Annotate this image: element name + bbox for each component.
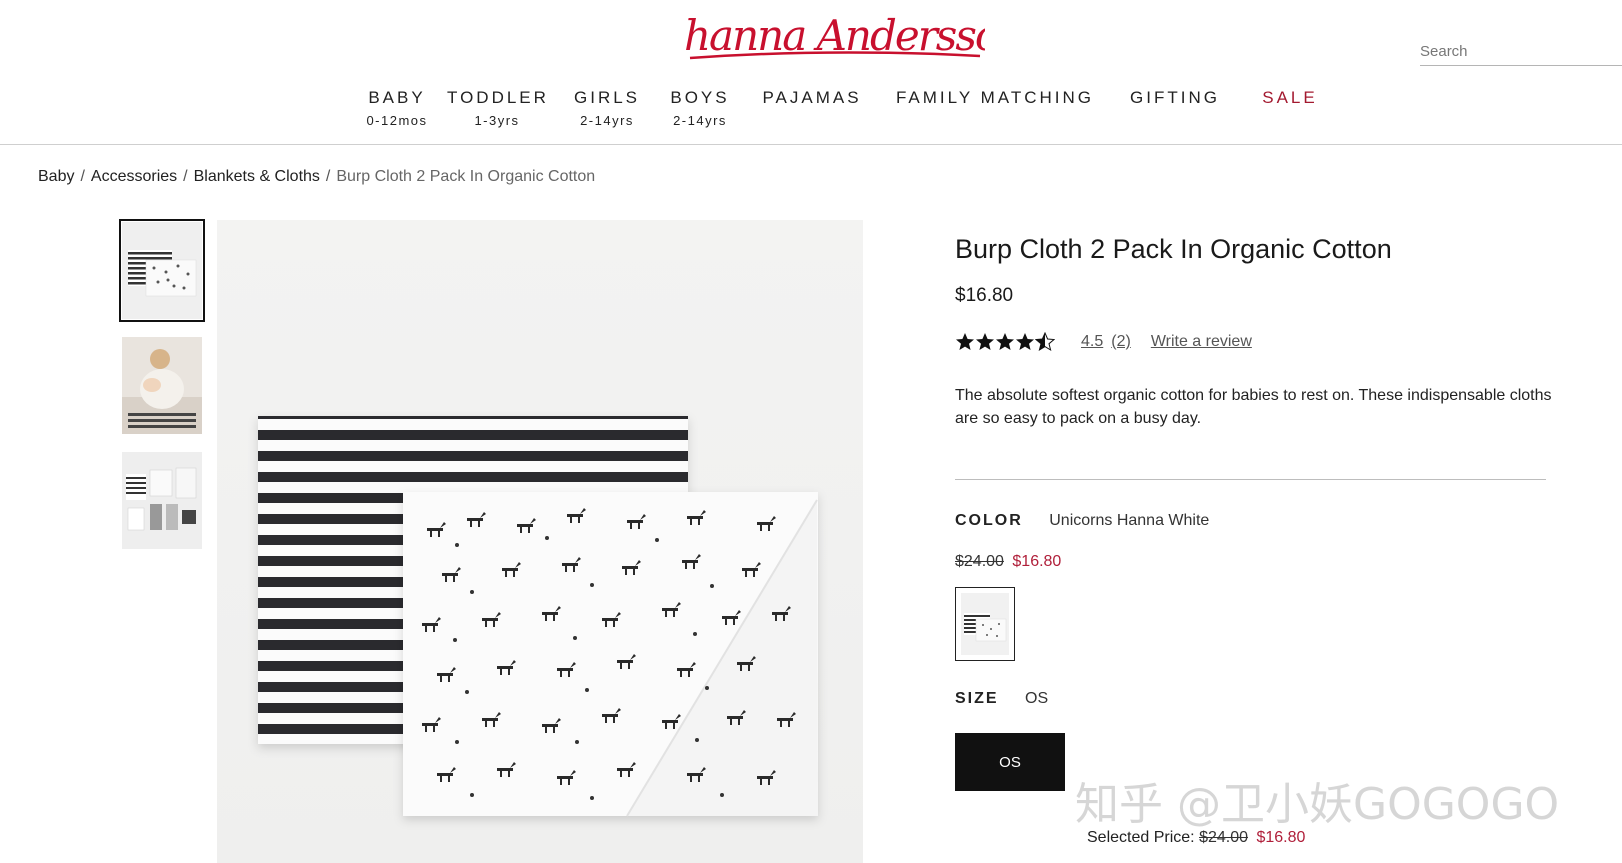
nav-sublabel: 0-12mos (366, 113, 428, 128)
nav-label: TODDLER (447, 88, 549, 107)
star-icon (1016, 333, 1034, 350)
nav-item-boys[interactable]: BOYS 2-14yrs (668, 88, 732, 128)
brand-logo[interactable]: hanna Andersson (680, 8, 1025, 66)
selected-sale-price: $16.80 (1256, 829, 1306, 846)
nav-item-family-matching[interactable]: FAMILY MATCHING (893, 88, 1097, 108)
size-label: SIZE (955, 690, 999, 707)
breadcrumb-current: Burp Cloth 2 Pack In Organic Cotton (336, 168, 596, 185)
rating-row: 4.5 (2) Write a review (955, 330, 1252, 354)
rating-value-link[interactable]: 4.5 (1081, 333, 1103, 351)
color-value: Unicorns Hanna White (1049, 512, 1210, 529)
star-rating (955, 332, 1055, 352)
selected-price: Selected Price: $24.00 $16.80 (1087, 829, 1305, 847)
breadcrumb-separator: / (80, 168, 85, 185)
size-option-os-button[interactable]: OS (955, 733, 1065, 791)
size-value: OS (1025, 690, 1049, 707)
nav-label: GIRLS (574, 88, 641, 107)
product-title: Burp Cloth 2 Pack In Organic Cotton (955, 234, 1392, 264)
breadcrumb-separator: / (325, 168, 331, 185)
star-icon (956, 333, 974, 350)
nav-item-girls[interactable]: GIRLS 2-14yrs (574, 88, 640, 128)
search-input[interactable] (1420, 38, 1622, 64)
logo-wordmark: hanna Andersson (684, 11, 1025, 60)
thumbnail-2[interactable] (122, 337, 202, 434)
nav-label: FAMILY MATCHING (895, 88, 1095, 107)
breadcrumb-link-blankets[interactable]: Blankets & Cloths (194, 168, 320, 185)
product-photo (258, 416, 818, 817)
swatch-thumbnail (961, 593, 1009, 655)
sale-price: $16.80 (1012, 553, 1062, 570)
review-count-link[interactable]: (2) (1111, 333, 1131, 351)
product-price: $16.80 (955, 285, 1014, 306)
nav-item-baby[interactable]: BABY 0-12mos (358, 88, 436, 128)
thumbnail-3[interactable] (122, 452, 202, 549)
watermark-text: 知乎 @卫小妖GOGOGO (1075, 779, 1560, 830)
nav-item-sale[interactable]: SALE (1258, 88, 1322, 108)
color-label: COLOR (955, 512, 1023, 529)
nav-label: BABY (368, 88, 426, 107)
nav-label: GIFTING (1130, 88, 1220, 107)
star-icon (976, 333, 994, 350)
color-row: COLOR Unicorns Hanna White (955, 512, 1209, 530)
nav-label: BOYS (670, 88, 730, 107)
nav-item-gifting[interactable]: GIFTING (1129, 88, 1221, 108)
breadcrumb: Baby / Accessories / Blankets & Cloths / Burp … (38, 168, 595, 186)
nav-item-toddler[interactable]: TODDLER 1-3yrs (447, 88, 547, 128)
nav-sublabel: 2-14yrs (673, 113, 727, 128)
section-divider (955, 479, 1546, 480)
selected-price-label: Selected Price: (1087, 829, 1195, 846)
nav-sublabel: 2-14yrs (580, 113, 634, 128)
size-row: SIZE OS (955, 690, 1048, 708)
site-header: hanna Andersson BABY 0-12mos TODDLER 1-3… (0, 0, 1622, 145)
half-star-icon (1035, 332, 1055, 352)
star-icon (996, 333, 1014, 350)
thumbnail-image-set (122, 452, 202, 549)
write-review-link[interactable]: Write a review (1151, 333, 1252, 351)
breadcrumb-link-baby[interactable]: Baby (38, 168, 74, 185)
thumbnail-image-mother-baby (122, 337, 202, 434)
breadcrumb-separator: / (183, 168, 188, 185)
nav-label: PAJAMAS (762, 88, 862, 107)
thumbnail-image-flatlay (122, 222, 202, 319)
nav-sublabel: 1-3yrs (474, 113, 520, 128)
breadcrumb-link-accessories[interactable]: Accessories (91, 168, 177, 185)
search-box[interactable] (1420, 38, 1622, 66)
nav-label: SALE (1262, 88, 1318, 107)
original-price: $24.00 (955, 553, 1004, 570)
color-swatch-unicorns-hanna-white[interactable] (955, 587, 1015, 661)
color-price: $24.00 $16.80 (955, 553, 1061, 571)
product-description: The absolute softest organic cotton for … (955, 387, 1552, 427)
selected-original-price: $24.00 (1199, 829, 1248, 846)
main-nav: BABY 0-12mos TODDLER 1-3yrs GIRLS 2-14yr… (0, 88, 1622, 138)
thumbnail-1[interactable] (119, 219, 205, 322)
product-main-image[interactable] (217, 220, 863, 863)
nav-item-pajamas[interactable]: PAJAMAS (762, 88, 862, 108)
